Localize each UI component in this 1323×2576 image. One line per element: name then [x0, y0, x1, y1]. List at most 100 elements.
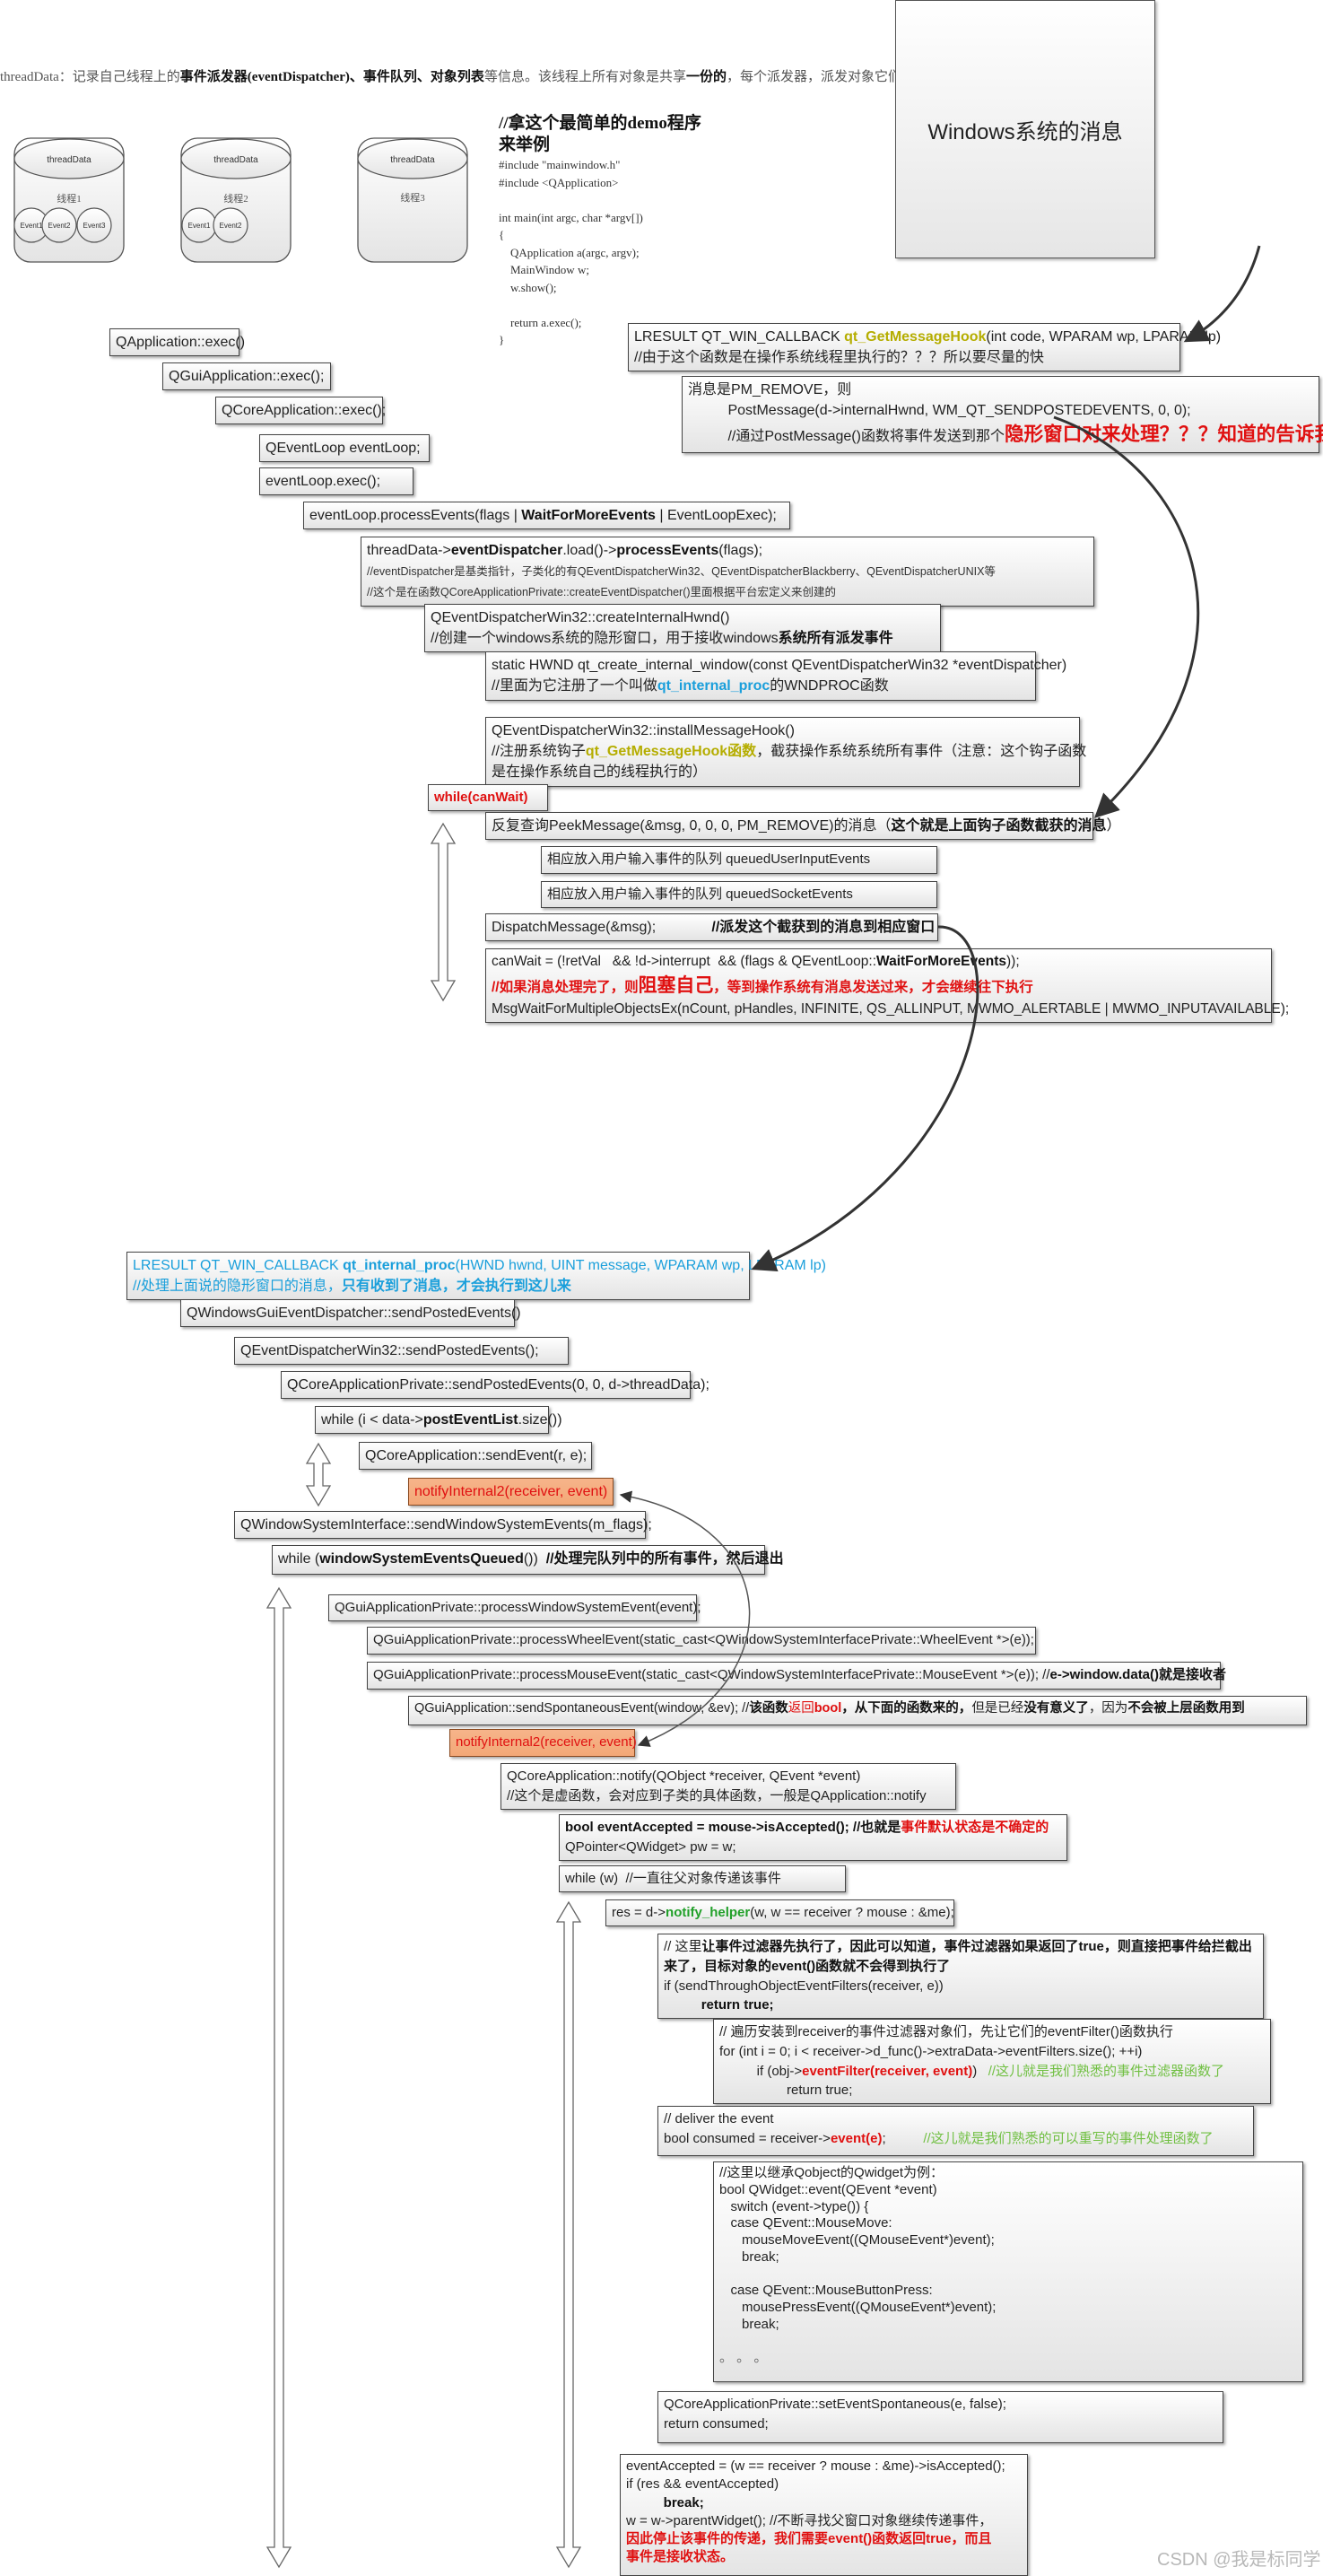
- text-segment: mousePressEvent((QMouseEvent*)event);: [719, 2300, 997, 2315]
- loop-double-arrow-icon: [555, 1900, 582, 2569]
- code-line: break;: [719, 2249, 1297, 2266]
- text-segment: 相应放入用户输入事件的队列 queuedUserInputEvents: [547, 851, 871, 867]
- text-segment: case QEvent::MouseMove:: [719, 2215, 892, 2231]
- text-segment: bool consumed = receiver->: [664, 2130, 831, 2146]
- process-window-system-event-box: QGuiApplicationPrivate::processWindowSys…: [328, 1594, 701, 1621]
- can-wait-box: canWait = (!retVal && !d->interrupt && (…: [485, 948, 1289, 1024]
- arrow-windows-to-hook: [1183, 245, 1261, 343]
- text-segment: QCoreApplicationPrivate::sendPostedEvent…: [287, 1377, 709, 1393]
- install-message-hook-box: QEventDispatcherWin32::installMessageHoo…: [485, 717, 1086, 787]
- code-line: while (i < data->postEventList.size()): [321, 1410, 562, 1430]
- qapplication-exec-box: QApplication::exec(): [109, 328, 245, 357]
- text-segment: notifyInternal2(receiver, event): [456, 1734, 637, 1750]
- code-line: 事件是接收状态。: [626, 2548, 1022, 2566]
- eventloop-exec-box: eventLoop.exec();: [259, 467, 413, 496]
- code-line: PostMessage(d->internalHwnd, WM_QT_SENDP…: [688, 400, 1313, 421]
- text-segment: ()): [523, 1551, 546, 1567]
- code-line: //处理上面说的隐形窗口的消息，只有收到了消息，才会执行到这儿来: [133, 1276, 744, 1297]
- code-line: QCoreApplication::notify(QObject *receiv…: [507, 1767, 950, 1786]
- text-segment: if (res && eventAccepted): [626, 2476, 779, 2493]
- code-line: 因此停止该事件的传递，我们需要event()函数返回true，而且: [626, 2530, 1022, 2548]
- win32-send-posted-box: QEventDispatcherWin32::sendPostedEvents(…: [234, 1337, 569, 1366]
- text-segment: 。 。 。: [719, 2350, 768, 2366]
- event-label: Event2: [220, 222, 242, 230]
- code-line: QWindowsGuiEventDispatcher::sendPostedEv…: [187, 1303, 521, 1323]
- text-segment: while(canWait): [434, 790, 528, 805]
- code-line: canWait = (!retVal && !d->interrupt && (…: [492, 952, 1266, 972]
- event-label: Event1: [21, 222, 43, 230]
- deliver-event-box: // deliver the event bool consumed = rece…: [657, 2106, 1254, 2156]
- text-segment: case QEvent::MouseButtonPress:: [719, 2283, 933, 2299]
- code-line: QEventDispatcherWin32::sendPostedEvents(…: [240, 1340, 562, 1361]
- text-segment: ，截获操作系统系统所有事件（注意：这个钩子函数: [756, 744, 1087, 760]
- text-segment: while (w) //一直往父对象传递该事件: [565, 1871, 781, 1886]
- text-segment: (HWND hwnd, UINT message, WPARAM wp, LPA…: [455, 1258, 826, 1273]
- gui-send-posted-box: QWindowsGuiEventDispatcher::sendPostedEv…: [180, 1299, 521, 1328]
- text-segment: //派发这个截获到的消息到相应窗口: [711, 920, 936, 935]
- text-segment: ;: [882, 2130, 924, 2146]
- text-segment: return true;: [664, 1997, 774, 2013]
- while-window-system-events-box: while (windowSystemEventsQueued()) //处理完…: [272, 1545, 784, 1575]
- text-segment: qt_GetMessageHook: [844, 329, 987, 345]
- thread-data-label: threadData: [213, 155, 258, 165]
- text-segment: qt_internal_proc: [657, 678, 770, 694]
- text-segment: 消息是PM_REMOVE，则: [688, 382, 852, 397]
- text-segment: // deliver the event: [664, 2111, 774, 2126]
- text-segment: | EventLoopExec);: [655, 508, 777, 523]
- text-segment: //这个是在函数QCoreApplicationPrivate::createE…: [367, 586, 837, 599]
- code-line: notifyInternal2(receiver, event): [414, 1481, 607, 1502]
- while-canwait-box: while(canWait): [428, 784, 548, 811]
- text-segment: QCoreApplication::notify(QObject *receiv…: [507, 1768, 861, 1784]
- text-segment: QCoreApplication::exec();: [222, 403, 387, 418]
- code-line: while(canWait): [434, 788, 542, 808]
- code-line: 消息是PM_REMOVE，则: [688, 380, 1313, 400]
- text-segment: ): [972, 2063, 988, 2079]
- qwidget-event-box: //这里以继承Qobject的Qwidget为例： bool QWidget::e…: [713, 2161, 1303, 2382]
- code-line: w = w->parentWidget(); //不断寻找父窗口对象继续传递事件…: [626, 2512, 1022, 2530]
- text-segment: PostMessage(d->internalHwnd, WM_QT_SENDP…: [688, 403, 1191, 419]
- watermark: CSDN @我是标同学: [1157, 2550, 1321, 2570]
- text-segment: 的WNDPROC函数: [770, 678, 889, 694]
- text-segment: processEvents: [616, 543, 719, 558]
- thread-name: 线程1: [57, 192, 82, 205]
- text-segment: //处理上面说的隐形窗口的消息，: [133, 1279, 342, 1295]
- text-segment: 因此停止该事件的传递，我们需要event()函数返回true，而且: [626, 2531, 992, 2546]
- code-line: case QEvent::MouseMove:: [719, 2215, 1297, 2232]
- code-line: if (res && eventAccepted): [626, 2476, 1022, 2493]
- code-line: MsgWaitForMultipleObjectsEx(nCount, pHan…: [492, 1000, 1289, 1019]
- qeventloop-decl-box: QEventLoop eventLoop;: [259, 434, 430, 463]
- event-label: Event1: [188, 222, 211, 230]
- text-segment: //这儿就是我们熟悉的事件过滤器函数了: [988, 2063, 1225, 2079]
- code-line: eventLoop.exec();: [265, 471, 407, 492]
- text-segment: switch (event->type()) {: [719, 2198, 869, 2214]
- text-segment: //里面为它注册了一个叫做: [492, 678, 657, 694]
- code-line: break;: [719, 2317, 1297, 2334]
- text-segment: //创建一个windows系统的隐形窗口，用于接收windows: [431, 631, 779, 647]
- text-segment: eventFilter(receiver, event): [802, 2063, 973, 2079]
- code-line: LRESULT QT_WIN_CALLBACK qt_GetMessageHoo…: [634, 327, 1221, 347]
- text-segment: MsgWaitForMultipleObjectsEx(nCount, pHan…: [492, 1000, 1290, 1017]
- queued-user-input-box: 相应放入用户输入事件的队列 queuedUserInputEvents: [541, 846, 937, 874]
- text-segment: 不会被上层函数用到: [1127, 1701, 1245, 1716]
- code-line: //通过PostMessage()函数将事件发送到那个隐形窗口对来处理？？？知道…: [688, 421, 1323, 449]
- header-text-segment: 等信息。该线程上所有对象是共享: [483, 70, 686, 84]
- peek-message-box: 反复查询PeekMessage(&msg, 0, 0, 0, PM_REMOVE…: [485, 812, 1120, 841]
- code-line: QGuiApplicationPrivate::processWindowSys…: [335, 1598, 701, 1618]
- text-segment: QEventDispatcherWin32::installMessageHoo…: [492, 723, 795, 738]
- code-line: static HWND qt_create_internal_window(co…: [492, 655, 1066, 676]
- code-line: LRESULT QT_WIN_CALLBACK qt_internal_proc…: [133, 1255, 826, 1276]
- header-text-segment: 一份的: [685, 70, 727, 84]
- text-segment: canWait = (!retVal && !d->interrupt && (…: [492, 954, 877, 969]
- code-line: QCoreApplication::sendEvent(r, e);: [365, 1445, 587, 1466]
- code-line: //注册系统钩子qt_GetMessageHook函数，截获操作系统系统所有事件…: [492, 741, 1086, 762]
- code-line: QPointer<QWidget> pw = w;: [565, 1838, 1061, 1857]
- thread-data-label: threadData: [47, 155, 91, 165]
- text-segment: QCoreApplicationPrivate::setEventSpontan…: [664, 2397, 1006, 2412]
- text-segment: QPointer<QWidget> pw = w;: [565, 1838, 736, 1855]
- code-line: //里面为它注册了一个叫做qt_internal_proc的WNDPROC函数: [492, 676, 1030, 696]
- text-segment: postEventList: [422, 1412, 518, 1428]
- get-message-hook-box: LRESULT QT_WIN_CALLBACK qt_GetMessageHoo…: [628, 323, 1221, 372]
- text-segment: //如果消息处理完了，则: [492, 980, 639, 996]
- process-wheel-event-box: QGuiApplicationPrivate::processWheelEven…: [367, 1627, 1036, 1655]
- header-text-segment: 事件派发器(eventDispatcher)、事件队列、对象列表: [179, 70, 484, 84]
